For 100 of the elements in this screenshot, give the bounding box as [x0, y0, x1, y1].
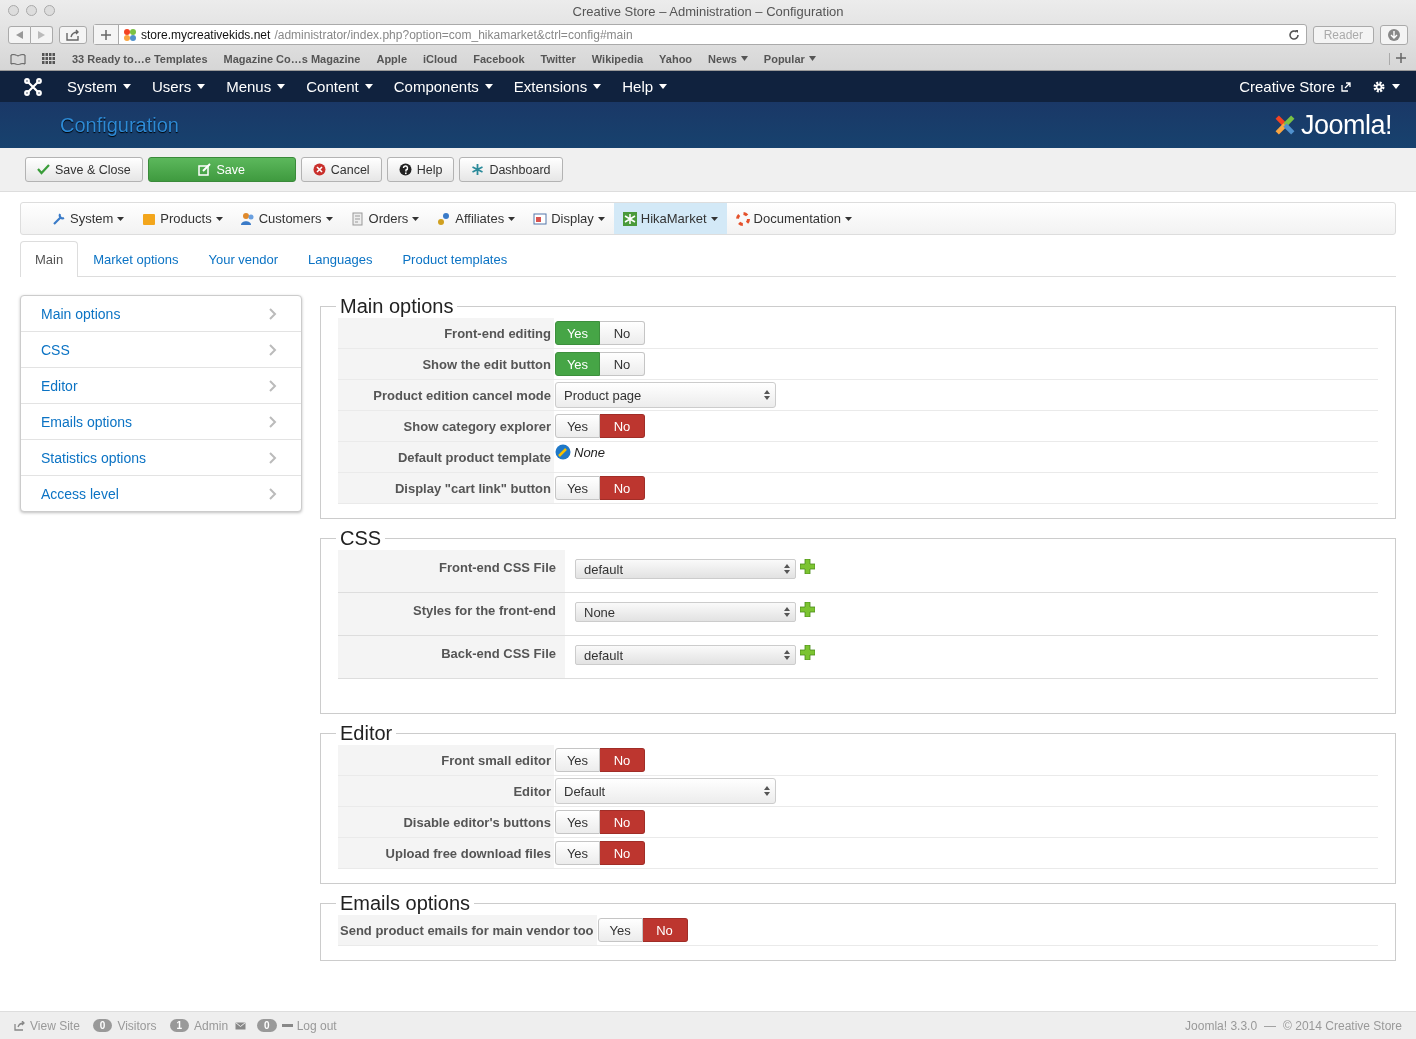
- sidebar-item[interactable]: Editor: [21, 367, 301, 403]
- toggle-option[interactable]: No: [600, 352, 645, 376]
- add-icon[interactable]: [800, 602, 815, 617]
- caret-icon: [710, 216, 718, 221]
- download-button[interactable]: [1380, 24, 1408, 45]
- tab[interactable]: Main: [20, 241, 79, 277]
- toggle-option[interactable]: No: [600, 810, 645, 834]
- menu-item[interactable]: Content: [306, 78, 373, 95]
- updown-arrows-icon: [784, 564, 790, 574]
- toolbar-button[interactable]: Help: [386, 157, 455, 182]
- back-button[interactable]: [8, 25, 31, 44]
- bookmark-item[interactable]: Wikipedia: [591, 52, 644, 65]
- toolbar-button[interactable]: Save & Close: [25, 157, 143, 182]
- menu-item[interactable]: Extensions: [513, 78, 602, 95]
- bookmark-item[interactable]: Facebook: [473, 52, 525, 65]
- component-menu-item[interactable]: System: [43, 203, 134, 234]
- sidebar-item[interactable]: CSS: [21, 331, 301, 367]
- dropdown[interactable]: Default: [555, 778, 776, 804]
- toggle-option[interactable]: No: [600, 476, 645, 500]
- bookmark-item[interactable]: Twitter: [540, 52, 576, 65]
- edit-icon[interactable]: [555, 444, 571, 460]
- bookmark-item[interactable]: iCloud: [423, 52, 458, 65]
- lifebuoy-icon: [735, 211, 750, 226]
- share-icon: [66, 28, 80, 41]
- component-menu-item[interactable]: Products: [133, 203, 232, 234]
- menu-item[interactable]: Components: [393, 78, 493, 95]
- version-text: Joomla! 3.3.0: [1185, 1018, 1258, 1033]
- address-field[interactable]: store.mycreativekids.net /administrator/index.php?option=com_hikamarket&ctrl=config#main: [93, 24, 1307, 45]
- window-control-icon[interactable]: [8, 5, 19, 16]
- option-label: Show the edit button: [422, 356, 551, 372]
- component-menu-item[interactable]: Documentation: [726, 203, 861, 234]
- toggle-option[interactable]: No: [600, 841, 645, 865]
- brand-name: Joomla!: [1300, 109, 1392, 141]
- menu-item[interactable]: Users: [152, 78, 206, 95]
- caret-icon: [508, 216, 516, 221]
- add-button[interactable]: [94, 25, 119, 44]
- caret-icon: [593, 84, 602, 89]
- add-icon[interactable]: [800, 559, 815, 574]
- settings-icon: [1372, 79, 1386, 94]
- tab[interactable]: Your vendor: [193, 241, 294, 276]
- component-menu-item[interactable]: Display: [524, 203, 614, 234]
- dropdown[interactable]: default: [575, 559, 796, 579]
- sidebar-item[interactable]: Access level: [21, 475, 301, 511]
- add-icon[interactable]: [800, 645, 815, 660]
- toggle-option[interactable]: Yes: [555, 748, 600, 772]
- toggle-option[interactable]: Yes: [597, 918, 643, 942]
- bookmark-item[interactable]: Apple: [376, 52, 407, 65]
- count-badge: 1: [169, 1019, 190, 1032]
- caret-icon: [412, 216, 420, 221]
- tab[interactable]: Product templates: [387, 241, 523, 276]
- bookmark-item[interactable]: Magazine Co…s Magazine: [223, 52, 361, 65]
- sidebar-item[interactable]: Statistics options: [21, 439, 301, 475]
- dropdown[interactable]: default: [575, 645, 796, 665]
- site-link[interactable]: Creative Store: [1239, 78, 1351, 95]
- toggle-option[interactable]: Yes: [555, 414, 600, 438]
- toggle-option[interactable]: No: [642, 918, 688, 942]
- toolbar-button[interactable]: Dashboard: [459, 157, 563, 182]
- component-menu-item[interactable]: Affiliates: [428, 203, 525, 234]
- window-control-icon[interactable]: [44, 5, 55, 16]
- component-menu-item[interactable]: HikaMarket: [613, 203, 727, 234]
- toggle-option[interactable]: No: [600, 748, 645, 772]
- option-label: Display "cart link" button: [394, 480, 551, 496]
- grid-icon[interactable]: [42, 52, 56, 65]
- settings-menu[interactable]: [1372, 79, 1400, 94]
- help-icon: [398, 163, 412, 176]
- joomla-logo-icon[interactable]: [24, 77, 42, 96]
- users-icon: [437, 211, 452, 226]
- bookmark-item[interactable]: Popular: [763, 52, 816, 65]
- toolbar-button[interactable]: Cancel: [300, 157, 382, 182]
- bookmark-item[interactable]: News: [708, 52, 748, 65]
- url-host: store.mycreativekids.net: [141, 27, 271, 42]
- copyright-text: © 2014 Creative Store: [1283, 1018, 1402, 1033]
- tab[interactable]: Market options: [78, 241, 194, 276]
- option-label: Send product emails for main vendor too: [340, 922, 594, 938]
- share-button[interactable]: [59, 25, 87, 44]
- toggle-option[interactable]: Yes: [555, 476, 600, 500]
- bookmark-item[interactable]: 33 Ready to…e Templates: [72, 52, 208, 65]
- bookmark-item[interactable]: Yahoo: [659, 52, 693, 65]
- menu-item[interactable]: System: [67, 78, 131, 95]
- toggle-option[interactable]: No: [600, 321, 645, 345]
- dropdown[interactable]: None: [575, 602, 796, 622]
- menu-item[interactable]: Menus: [226, 78, 286, 95]
- book-icon[interactable]: [10, 52, 26, 65]
- option-label: Back-end CSS File: [441, 646, 556, 661]
- forward-button[interactable]: [31, 25, 53, 44]
- window-control-icon[interactable]: [26, 5, 37, 16]
- toggle-option[interactable]: Yes: [555, 841, 600, 865]
- menu-item[interactable]: Help: [622, 78, 668, 95]
- component-menu-item[interactable]: Orders: [341, 203, 429, 234]
- toggle-option[interactable]: No: [600, 414, 645, 438]
- reload-icon[interactable]: [1287, 28, 1300, 41]
- toggle-option[interactable]: Yes: [555, 810, 600, 834]
- caret-icon: [277, 84, 286, 89]
- sidebar-item[interactable]: Main options: [21, 296, 301, 331]
- sidebar-item[interactable]: Emails options: [21, 403, 301, 439]
- new-tab-button[interactable]: [1389, 52, 1406, 65]
- tab[interactable]: Languages: [293, 241, 388, 276]
- component-menu-item[interactable]: Customers: [231, 203, 342, 234]
- dropdown[interactable]: Product page: [555, 382, 776, 408]
- window-icon: [533, 211, 548, 226]
